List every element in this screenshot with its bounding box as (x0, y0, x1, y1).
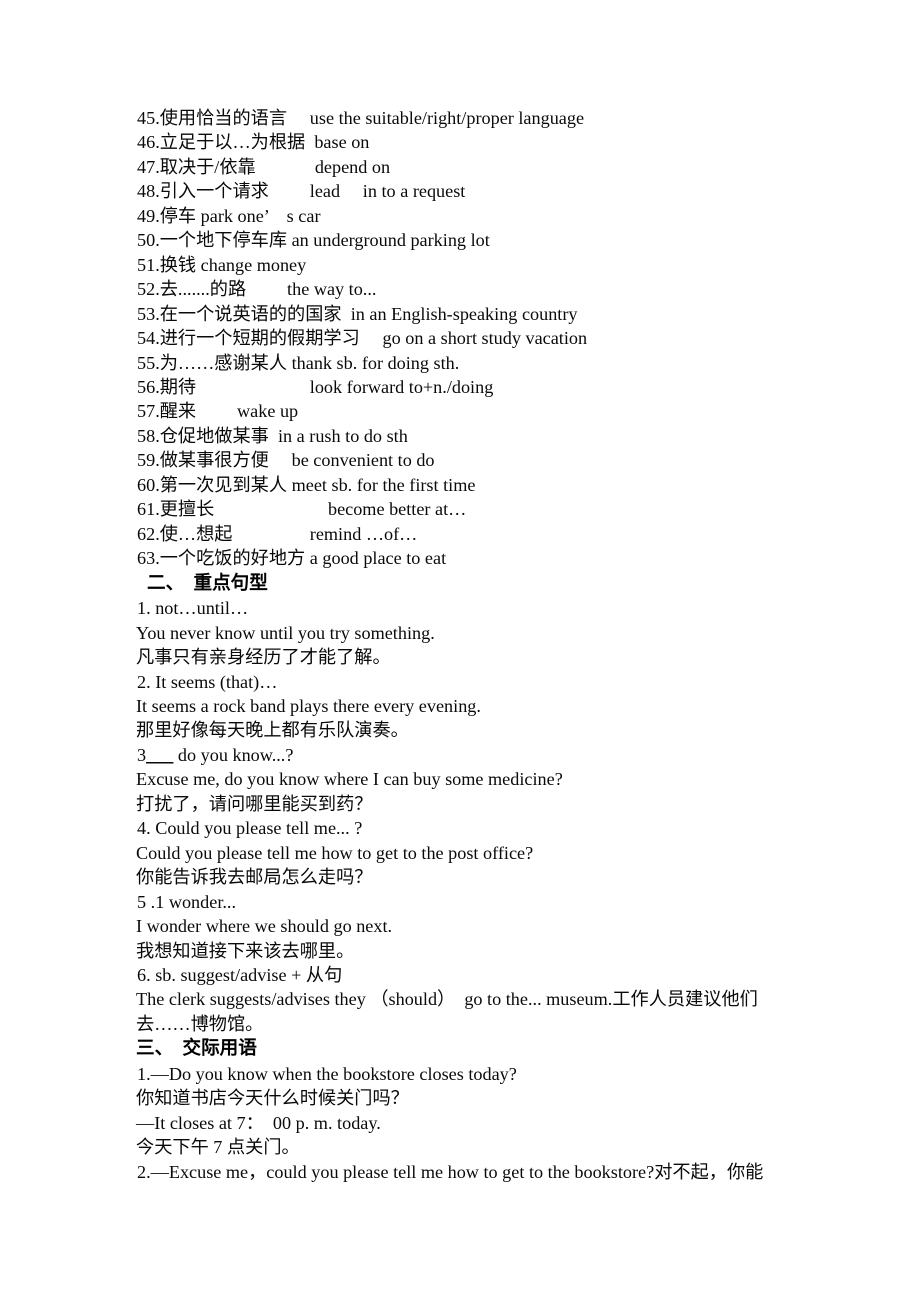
sentence-pattern-title: 3___ do you know...? (136, 743, 796, 767)
vocab-line: 50.一个地下停车库 an underground parking lot (137, 230, 490, 251)
document-body: 45.使用恰当的语言 use the suitable/right/proper… (136, 106, 796, 1184)
vocab-line: 57.醒来 wake up (137, 401, 299, 422)
vocab-line: 47.取决于/依靠 depend on (137, 156, 391, 177)
sentence-pattern-example: The clerk suggests/advises they （should）… (136, 989, 758, 1034)
sentence-pattern-number: 3 (137, 744, 147, 765)
sentence-pattern-title: 6. sb. suggest/advise + 从句 (137, 965, 343, 985)
sentence-pattern-translation: 那里好像每天晚上都有乐队演奏。 (136, 720, 409, 741)
sentence-pattern-title: 1. not…until… (137, 598, 249, 619)
sentence-pattern-example: Could you please tell me how to get to t… (136, 842, 534, 863)
vocab-line: 56.期待 look forward to+n./doing (137, 376, 494, 397)
vocab-line: 59.做某事很方便 be convenient to do (137, 450, 435, 471)
sentence-pattern-tail: do you know...? (173, 744, 294, 765)
dialogue-answer-translation: 今天下午 7 点关门。 (136, 1137, 300, 1158)
vocab-line: 55.为……感谢某人 thank sb. for doing sth. (137, 352, 460, 373)
dialogue-question: 2.—Excuse me，could you please tell me ho… (137, 1161, 764, 1182)
vocab-line: 48.引入一个请求 lead in to a request (137, 181, 466, 202)
sentence-pattern-translation: 打扰了，请问哪里能买到药？ (136, 793, 373, 814)
section-three-heading: 三、 交际用语 (136, 1038, 257, 1060)
sentence-pattern-title: 5 .1 wonder... (137, 891, 237, 912)
vocab-line: 58.仓促地做某事 in a rush to do sth (137, 425, 408, 446)
sentence-pattern-example: It seems a rock band plays there every e… (136, 696, 481, 717)
vocab-line: 51.换钱 change money (137, 254, 307, 275)
vocab-line: 61.更擅长 become better at… (137, 499, 467, 520)
sentence-pattern-translation: 凡事只有亲身经历了才能了解。 (136, 647, 391, 668)
vocab-line: 60.第一次见到某人 meet sb. for the first time (137, 474, 476, 495)
section-two-heading: 二、 重点句型 (147, 572, 268, 594)
document-page: 45.使用恰当的语言 use the suitable/right/proper… (0, 0, 920, 1302)
sentence-pattern-translation: 你能告诉我去邮局怎么走吗？ (136, 867, 373, 888)
sentence-pattern-example: I wonder where we should go next. (136, 916, 393, 937)
sentence-pattern-example: You never know until you try something. (136, 622, 435, 643)
vocab-line: 63.一个吃饭的好地方 a good place to eat (137, 548, 447, 569)
dialogue-question: 1.—Do you know when the bookstore closes… (137, 1063, 517, 1084)
vocab-line: 53.在一个说英语的的国家 in an English-speaking cou… (137, 303, 578, 324)
vocab-line: 46.立足于以…为根据 base on (137, 132, 370, 153)
sentence-pattern-title: 4. Could you please tell me... ? (137, 818, 363, 839)
sentence-pattern-example: Excuse me, do you know where I can buy s… (136, 769, 563, 790)
dialogue-answer: —It closes at 7： 00 p. m. today. (136, 1112, 381, 1133)
fill-in-blank: ___ (146, 744, 174, 765)
dialogue-question-translation: 你知道书店今天什么时候关门吗？ (136, 1088, 409, 1109)
vocab-line: 52.去.......的路 the way to... (137, 279, 377, 300)
vocab-line: 62.使…想起 remind …of… (137, 523, 418, 544)
sentence-pattern-title: 2. It seems (that)… (137, 671, 278, 692)
vocab-line: 54.进行一个短期的假期学习 go on a short study vacat… (137, 328, 588, 349)
sentence-pattern-translation: 我想知道接下来该去哪里。 (136, 940, 355, 961)
vocab-line: 45.使用恰当的语言 use the suitable/right/proper… (137, 108, 585, 128)
vocab-line: 49.停车 park one’ s car (137, 205, 321, 226)
